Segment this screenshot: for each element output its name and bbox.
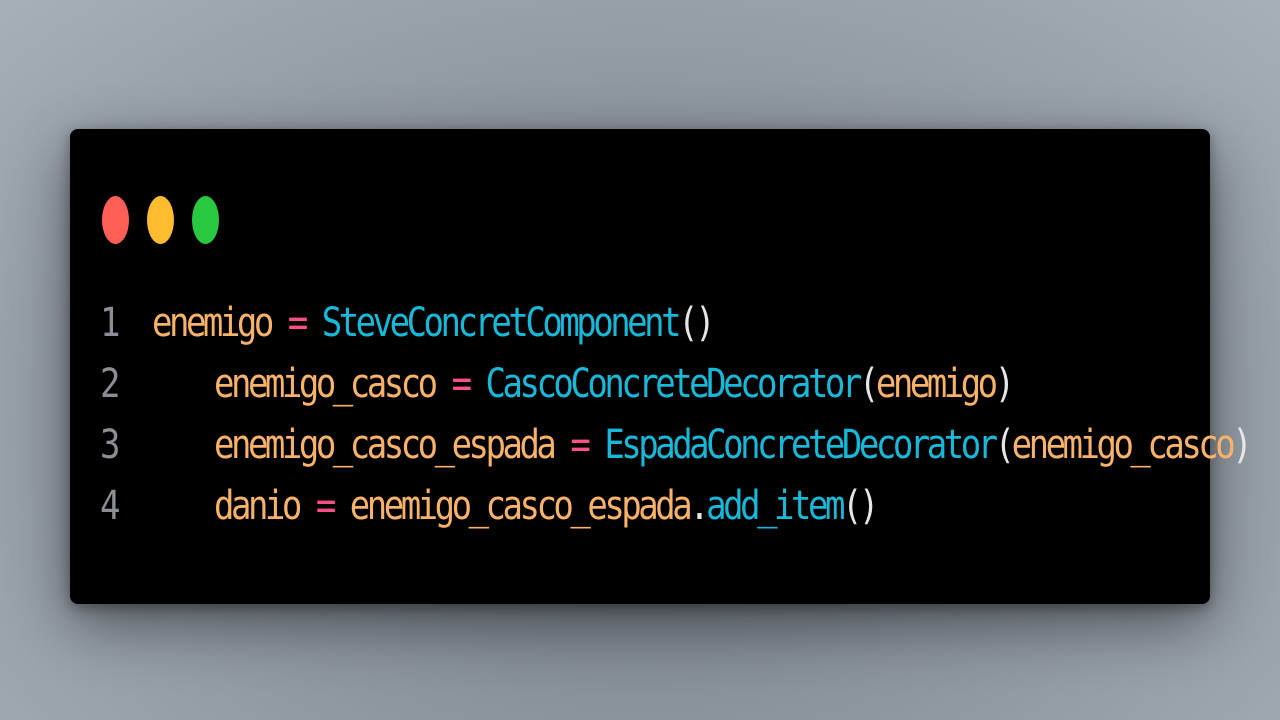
punctuation-token: ) <box>1232 421 1252 469</box>
punctuation-token: ( <box>994 421 1015 469</box>
maximize-dot-icon[interactable] <box>192 196 219 244</box>
variable-token: enemigo <box>152 299 274 347</box>
class-token: SteveConcretComponent <box>321 299 682 347</box>
punctuation-token: ) <box>994 360 1015 408</box>
punctuation-token: () <box>841 482 879 530</box>
line-number: 1 <box>100 299 120 347</box>
code-line-4: 4 danio = enemigo_casco_espada . add_ite… <box>100 483 1190 555</box>
line-number: 3 <box>100 421 120 469</box>
minimize-dot-icon[interactable] <box>147 196 174 244</box>
line-number: 4 <box>100 482 120 530</box>
code-block: 1 enemigo = SteveConcretComponent () 2 e… <box>100 300 1253 549</box>
code-window: 1 enemigo = SteveConcretComponent () 2 e… <box>70 129 1253 604</box>
punctuation-token: . <box>689 482 709 530</box>
class-token: CascoConcreteDecorator <box>485 360 863 408</box>
operator-token: = <box>270 299 322 347</box>
variable-token: danio <box>214 482 302 530</box>
variable-token: enemigo_casco <box>214 360 438 408</box>
operator-token: = <box>298 482 350 530</box>
object-token: enemigo_casco_espada <box>349 482 693 530</box>
close-dot-icon[interactable] <box>102 196 129 244</box>
operator-token: = <box>553 421 605 469</box>
method-token: add_item <box>706 482 845 530</box>
variable-token: enemigo_casco_espada <box>214 421 557 469</box>
operator-token: = <box>434 360 486 408</box>
line-number: 2 <box>100 360 120 408</box>
argument-token: enemigo_casco <box>1011 421 1236 469</box>
window-controls <box>102 196 219 244</box>
punctuation-token: ( <box>858 360 879 408</box>
class-token: EspadaConcreteDecorator <box>604 421 998 469</box>
argument-token: enemigo <box>875 360 998 408</box>
punctuation-token: () <box>678 299 715 347</box>
